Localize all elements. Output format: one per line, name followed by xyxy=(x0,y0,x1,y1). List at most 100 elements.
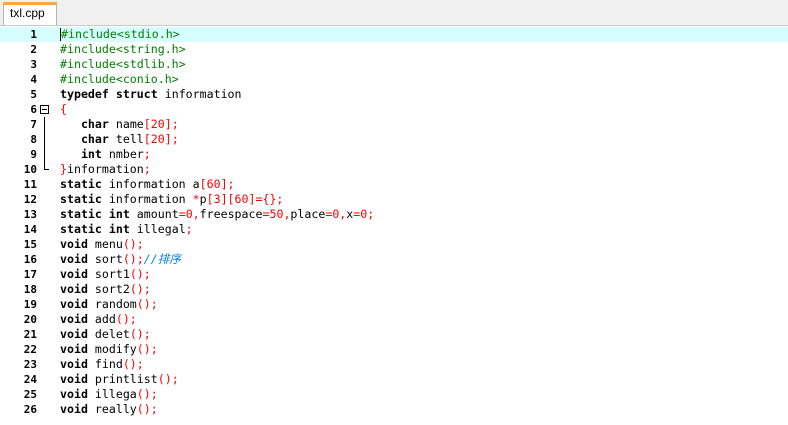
code-token: void xyxy=(60,312,88,326)
code-token: static xyxy=(60,222,102,236)
code-line[interactable]: 13 static int amount=0,freespace=50,place… xyxy=(0,207,788,222)
code-line[interactable]: 10}information; xyxy=(0,162,788,177)
fold-collapse-icon[interactable] xyxy=(40,105,49,114)
line-number: 1 xyxy=(30,28,37,41)
code-token: sort1 xyxy=(87,267,130,281)
code-line[interactable]: 8 char tell[20]; xyxy=(0,132,788,147)
code-token: ; xyxy=(143,147,151,161)
line-number: 13 xyxy=(23,208,37,221)
code-line[interactable]: 7 char name[20]; xyxy=(0,117,788,132)
code-text: #include<stdlib.h> xyxy=(60,57,186,72)
code-line[interactable]: 22 void modify(); xyxy=(0,342,788,357)
code-line[interactable]: 9 int nmber; xyxy=(0,147,788,162)
code-token: delet xyxy=(87,327,130,341)
code-text: #include<stdio.h> xyxy=(60,27,180,42)
code-token: * xyxy=(192,192,200,206)
line-number: 11 xyxy=(23,178,37,191)
code-token: freespace xyxy=(199,207,263,221)
code-token: int xyxy=(108,222,130,236)
code-line[interactable]: 20 void add(); xyxy=(0,312,788,327)
code-token: (); xyxy=(129,327,151,341)
code-line[interactable]: 18 void sort2(); xyxy=(0,282,788,297)
code-line[interactable]: 6{ xyxy=(0,102,788,117)
code-token: { xyxy=(60,102,67,116)
line-number: 3 xyxy=(30,58,37,71)
code-text: void menu(); xyxy=(60,237,144,252)
code-token: = xyxy=(178,207,186,221)
code-token: int xyxy=(108,207,130,221)
code-line[interactable]: 23 void find(); xyxy=(0,357,788,372)
fold-guide-line xyxy=(44,132,45,147)
line-number: 22 xyxy=(23,343,37,356)
code-line[interactable]: 11 static information a[60]; xyxy=(0,177,788,192)
code-token: void xyxy=(60,327,88,341)
code-line[interactable]: 19 void random(); xyxy=(0,297,788,312)
code-token: #include<string.h> xyxy=(60,42,186,56)
code-line[interactable]: 17 void sort1(); xyxy=(0,267,788,282)
code-text: void sort2(); xyxy=(60,282,151,297)
code-token: ; xyxy=(367,207,375,221)
code-token: #include<stdio.h> xyxy=(61,27,180,41)
code-token: static xyxy=(60,207,102,221)
code-line[interactable]: 12 static information *p[3][60]={}; xyxy=(0,192,788,207)
code-token: information xyxy=(101,192,193,206)
code-token: nmber xyxy=(101,147,144,161)
code-token: ]; xyxy=(164,132,179,146)
code-text: char tell[20]; xyxy=(60,132,179,147)
code-token: ; xyxy=(143,162,151,176)
code-token: typedef xyxy=(60,87,109,101)
code-line[interactable]: 21 void delet(); xyxy=(0,327,788,342)
code-text: static information *p[3][60]={}; xyxy=(60,192,283,207)
code-text: void find(); xyxy=(60,357,144,372)
line-number: 14 xyxy=(23,223,37,236)
line-number: 26 xyxy=(23,403,37,416)
code-token: void xyxy=(60,297,88,311)
code-text: { xyxy=(60,102,67,117)
code-token: [ xyxy=(206,192,214,206)
code-token: (); xyxy=(136,297,158,311)
code-token: void xyxy=(60,357,88,371)
code-token: menu xyxy=(87,237,123,251)
code-editor[interactable]: 1 #include<stdio.h> 2 #include<string.h> 3 #i… xyxy=(0,26,788,425)
code-line[interactable]: 15 void menu(); xyxy=(0,237,788,252)
code-line[interactable]: 16 void sort();//排序 xyxy=(0,252,788,267)
code-line[interactable]: 24 void printlist(); xyxy=(0,372,788,387)
code-token: information xyxy=(66,162,144,176)
line-number: 7 xyxy=(30,118,37,131)
code-line[interactable]: 1 #include<stdio.h> xyxy=(0,27,788,42)
line-number: 16 xyxy=(23,253,37,266)
code-token: sort2 xyxy=(87,282,130,296)
line-number: 25 xyxy=(23,388,37,401)
code-text: static information a[60]; xyxy=(60,177,235,192)
code-token: sort xyxy=(87,252,123,266)
code-line[interactable]: 4 #include<conio.h> xyxy=(0,72,788,87)
code-line[interactable]: 25 void illega(); xyxy=(0,387,788,402)
code-text: void add(); xyxy=(60,312,137,327)
code-token: p xyxy=(199,192,207,206)
code-token: ][ xyxy=(220,192,235,206)
code-line[interactable]: 3 #include<stdlib.h> xyxy=(0,57,788,72)
code-token: (); xyxy=(122,357,144,371)
code-text: void modify(); xyxy=(60,342,158,357)
code-token: struct xyxy=(115,87,158,101)
code-token: ]={}; xyxy=(248,192,284,206)
code-text: void sort1(); xyxy=(60,267,151,282)
code-token: void xyxy=(60,342,88,356)
code-token: 50 xyxy=(269,207,284,221)
code-token: (); xyxy=(136,342,158,356)
tab-bar: txl.cpp xyxy=(0,0,788,26)
code-token: (); xyxy=(136,402,158,416)
fold-guide-line xyxy=(44,147,45,162)
code-token: name xyxy=(108,117,144,131)
code-line[interactable]: 2 #include<string.h> xyxy=(0,42,788,57)
tab-txl-cpp[interactable]: txl.cpp xyxy=(3,2,57,25)
code-line[interactable]: 14 static int illegal; xyxy=(0,222,788,237)
code-token: [ xyxy=(143,117,151,131)
line-number: 23 xyxy=(23,358,37,371)
code-line[interactable]: 26 void really(); xyxy=(0,402,788,417)
code-token: #include<stdlib.h> xyxy=(60,57,186,71)
code-line[interactable]: 5 typedef struct information xyxy=(0,87,788,102)
